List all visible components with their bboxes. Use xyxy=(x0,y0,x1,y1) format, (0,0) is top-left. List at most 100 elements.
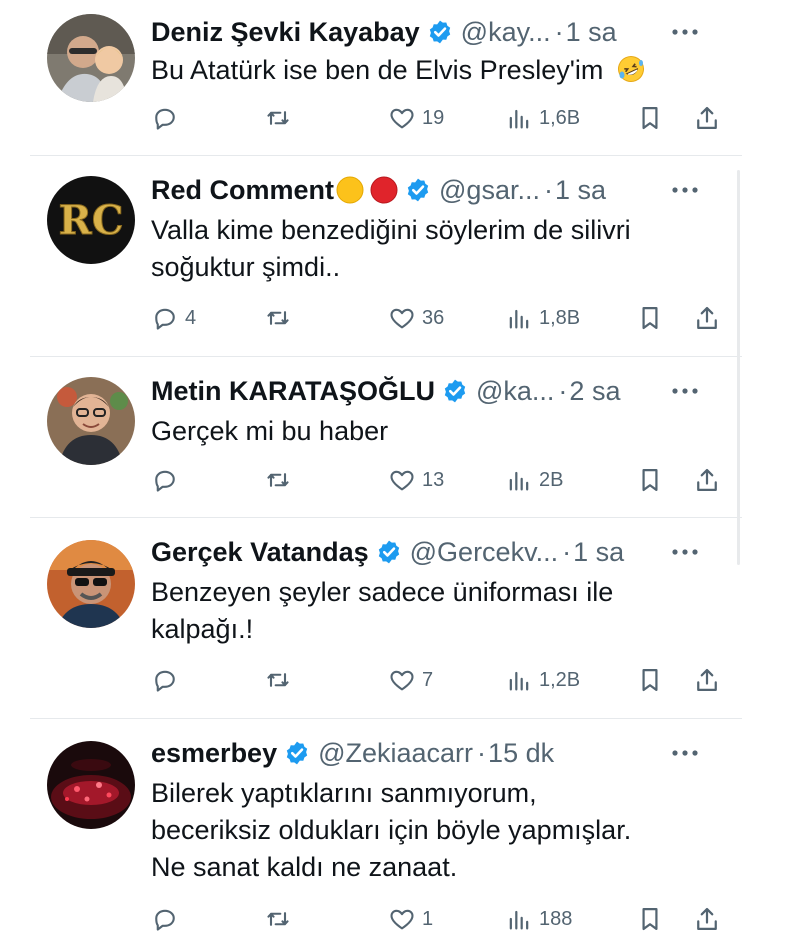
reply-button[interactable]: 4 xyxy=(151,301,196,335)
like-button[interactable]: 36 xyxy=(388,301,444,335)
like-count: 1 xyxy=(422,907,434,930)
dot-separator: · xyxy=(477,737,487,768)
like-button[interactable]: 13 xyxy=(388,463,444,497)
views-chart-icon xyxy=(509,309,529,329)
retweet-button[interactable] xyxy=(264,463,298,497)
tweet-header: esmerbey @Zekiaacarr · 15 dk xyxy=(151,733,711,773)
views-chart-icon xyxy=(509,671,529,691)
bookmark-button[interactable] xyxy=(636,101,664,135)
avatar[interactable]: RC xyxy=(47,176,135,264)
views-count: 1,2B xyxy=(539,668,581,691)
retweet-button[interactable] xyxy=(264,902,298,936)
bookmark-button[interactable] xyxy=(636,301,664,335)
tweet[interactable]: Deniz Şevki Kayabay @kay... · 1 sa Bu At… xyxy=(30,0,742,155)
heart-icon xyxy=(390,308,414,329)
scrollbar[interactable] xyxy=(737,170,740,565)
more-options-button[interactable] xyxy=(668,738,702,768)
tweet-text: Gerçek mi bu haber xyxy=(151,413,388,450)
display-name[interactable]: Metin KARATAŞOĞLU xyxy=(151,376,435,407)
red-circle-emoji-icon xyxy=(370,176,398,204)
like-count: 36 xyxy=(422,306,445,329)
avatar[interactable] xyxy=(47,540,135,628)
views-chart-icon xyxy=(509,910,529,930)
dot-separator: · xyxy=(554,16,564,47)
views-button[interactable]: 1,6B xyxy=(505,101,580,135)
retweet-button[interactable] xyxy=(264,663,298,697)
tweet-actions: 13 2B xyxy=(151,463,731,497)
views-button[interactable]: 188 xyxy=(505,902,572,936)
more-options-button[interactable] xyxy=(668,17,702,47)
more-options-button[interactable] xyxy=(668,537,702,567)
display-name[interactable]: Gerçek Vatandaş xyxy=(151,537,369,568)
retweet-button[interactable] xyxy=(264,301,298,335)
share-button[interactable] xyxy=(693,101,721,135)
timestamp[interactable]: 2 sa xyxy=(569,376,620,407)
bookmark-icon xyxy=(642,907,658,931)
views-chart-icon xyxy=(509,471,529,491)
views-chart-icon xyxy=(509,109,529,129)
handle[interactable]: @Zekiaacarr xyxy=(318,738,473,769)
share-button[interactable] xyxy=(693,663,721,697)
more-options-button[interactable] xyxy=(668,175,702,205)
bookmark-icon xyxy=(642,306,658,330)
share-icon xyxy=(697,668,717,692)
tweet-header: Metin KARATAŞOĞLU @ka... · 2 sa xyxy=(151,371,711,411)
bookmark-button[interactable] xyxy=(636,463,664,497)
handle[interactable]: @kay... xyxy=(461,17,551,48)
views-button[interactable]: 1,2B xyxy=(505,663,580,697)
handle[interactable]: @Gercekv... xyxy=(410,537,558,568)
timestamp[interactable]: 1 sa xyxy=(573,537,624,568)
bookmark-icon xyxy=(642,668,658,692)
reply-button[interactable] xyxy=(151,663,185,697)
like-button[interactable]: 7 xyxy=(388,663,433,697)
bookmark-button[interactable] xyxy=(636,902,664,936)
retweet-icon xyxy=(267,912,289,926)
more-dots-icon xyxy=(672,388,698,394)
tweet-text-line: Bu Atatürk ise ben de Elvis Presley'im xyxy=(151,55,604,85)
reply-icon xyxy=(155,670,175,692)
share-button[interactable] xyxy=(693,301,721,335)
avatar[interactable] xyxy=(47,377,135,465)
reply-button[interactable] xyxy=(151,902,185,936)
verified-badge-icon xyxy=(444,379,466,403)
display-name[interactable]: Deniz Şevki Kayabay xyxy=(151,17,420,48)
retweet-icon xyxy=(267,111,289,125)
tweet[interactable]: Metin KARATAŞOĞLU @ka... · 2 sa Gerçek m… xyxy=(30,357,742,517)
share-button[interactable] xyxy=(693,902,721,936)
views-button[interactable]: 2B xyxy=(505,463,563,497)
like-button[interactable]: 1 xyxy=(388,902,433,936)
tweet[interactable]: RC Red Comment @gsar... · 1 sa Valla kim… xyxy=(30,156,742,356)
timestamp[interactable]: 15 dk xyxy=(488,738,554,769)
display-name[interactable]: Red Comment xyxy=(151,175,334,206)
avatar[interactable] xyxy=(47,14,135,102)
tweet[interactable]: Gerçek Vatandaş @Gercekv... · 1 sa Benze… xyxy=(30,518,742,718)
display-name[interactable]: esmerbey xyxy=(151,738,277,769)
reply-icon xyxy=(155,909,175,931)
tweet[interactable]: esmerbey @Zekiaacarr · 15 dk Bilerek yap… xyxy=(30,719,742,947)
tweet-actions: 1 188 xyxy=(151,902,731,936)
handle[interactable]: @gsar... xyxy=(439,175,540,206)
views-button[interactable]: 1,8B xyxy=(505,301,580,335)
like-button[interactable]: 19 xyxy=(388,101,444,135)
bookmark-button[interactable] xyxy=(636,663,664,697)
timestamp[interactable]: 1 sa xyxy=(555,175,606,206)
share-button[interactable] xyxy=(693,463,721,497)
verified-badge-icon xyxy=(378,540,399,564)
verified-badge-icon xyxy=(429,20,450,44)
timestamp[interactable]: 1 sa xyxy=(566,17,617,48)
like-count: 19 xyxy=(422,106,445,129)
tweet-text-line: kalpağı.! xyxy=(151,614,254,644)
avatar-photo-icon xyxy=(47,377,135,465)
heart-icon xyxy=(390,670,414,691)
handle[interactable]: @ka... xyxy=(476,376,554,407)
views-count: 2B xyxy=(539,468,564,491)
reply-button[interactable] xyxy=(151,463,185,497)
yellow-circle-emoji-icon xyxy=(336,176,364,204)
retweet-button[interactable] xyxy=(264,101,298,135)
tweet-text: Bu Atatürk ise ben de Elvis Presley'im xyxy=(151,52,645,89)
avatar[interactable] xyxy=(47,741,135,829)
reply-button[interactable] xyxy=(151,101,185,135)
retweet-icon xyxy=(267,473,289,487)
more-options-button[interactable] xyxy=(668,376,702,406)
tweet-text-line: soğuktur şimdi.. xyxy=(151,252,341,282)
